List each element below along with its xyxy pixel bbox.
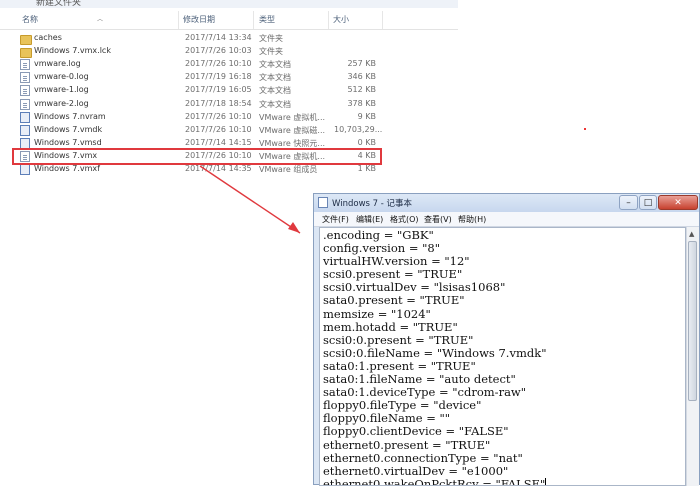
text-line: scsi0:0.present = "TRUE" (323, 332, 474, 347)
text-line: ethernet0.connectionType = "nat" (323, 450, 523, 465)
menu-help[interactable]: 帮助(H) (458, 214, 486, 225)
text-line: sata0.present = "TRUE" (323, 293, 465, 308)
maximize-button[interactable]: □ (639, 195, 657, 210)
menu-edit[interactable]: 编辑(E) (356, 214, 383, 225)
scroll-up-icon[interactable]: ▲ (689, 230, 694, 238)
stray-mark (584, 128, 586, 130)
text-line: floppy0.clientDevice = "FALSE" (323, 424, 509, 439)
text-line: mem.hotadd = "TRUE" (323, 319, 458, 334)
arrow-head (288, 222, 300, 233)
text-editor[interactable]: .encoding = "GBK" config.version = "8" vir… (319, 227, 686, 486)
text-line: scsi0:0.fileName = "Windows 7.vmdk" (323, 345, 547, 360)
scrollbar-thumb[interactable] (688, 241, 697, 401)
arrow-line (199, 165, 301, 234)
notepad-icon (318, 197, 328, 208)
menu-file[interactable]: 文件(F) (322, 214, 349, 225)
notepad-window: Windows 7 - 记事本 – □ ✕ 文件(F) 编辑(E) 格式(O) … (313, 193, 700, 486)
text-line: ethernet0.virtualDev = "e1000" (323, 463, 509, 478)
text-line: memsize = "1024" (323, 306, 431, 321)
vertical-scrollbar[interactable]: ▲ (686, 227, 699, 486)
minimize-button[interactable]: – (619, 195, 638, 210)
text-line: ethernet0.present = "TRUE" (323, 437, 491, 452)
window-title: Windows 7 - 记事本 (332, 199, 413, 209)
close-button[interactable]: ✕ (658, 195, 698, 210)
menu-bar: 文件(F) 编辑(E) 格式(O) 查看(V) 帮助(H) (314, 212, 699, 227)
menu-format[interactable]: 格式(O) (390, 214, 419, 225)
notepad-title-bar[interactable]: Windows 7 - 记事本 – □ ✕ (314, 194, 699, 212)
menu-view[interactable]: 查看(V) (424, 214, 452, 225)
editor-content: .encoding = "GBK" config.version = "8" vir… (323, 228, 547, 485)
